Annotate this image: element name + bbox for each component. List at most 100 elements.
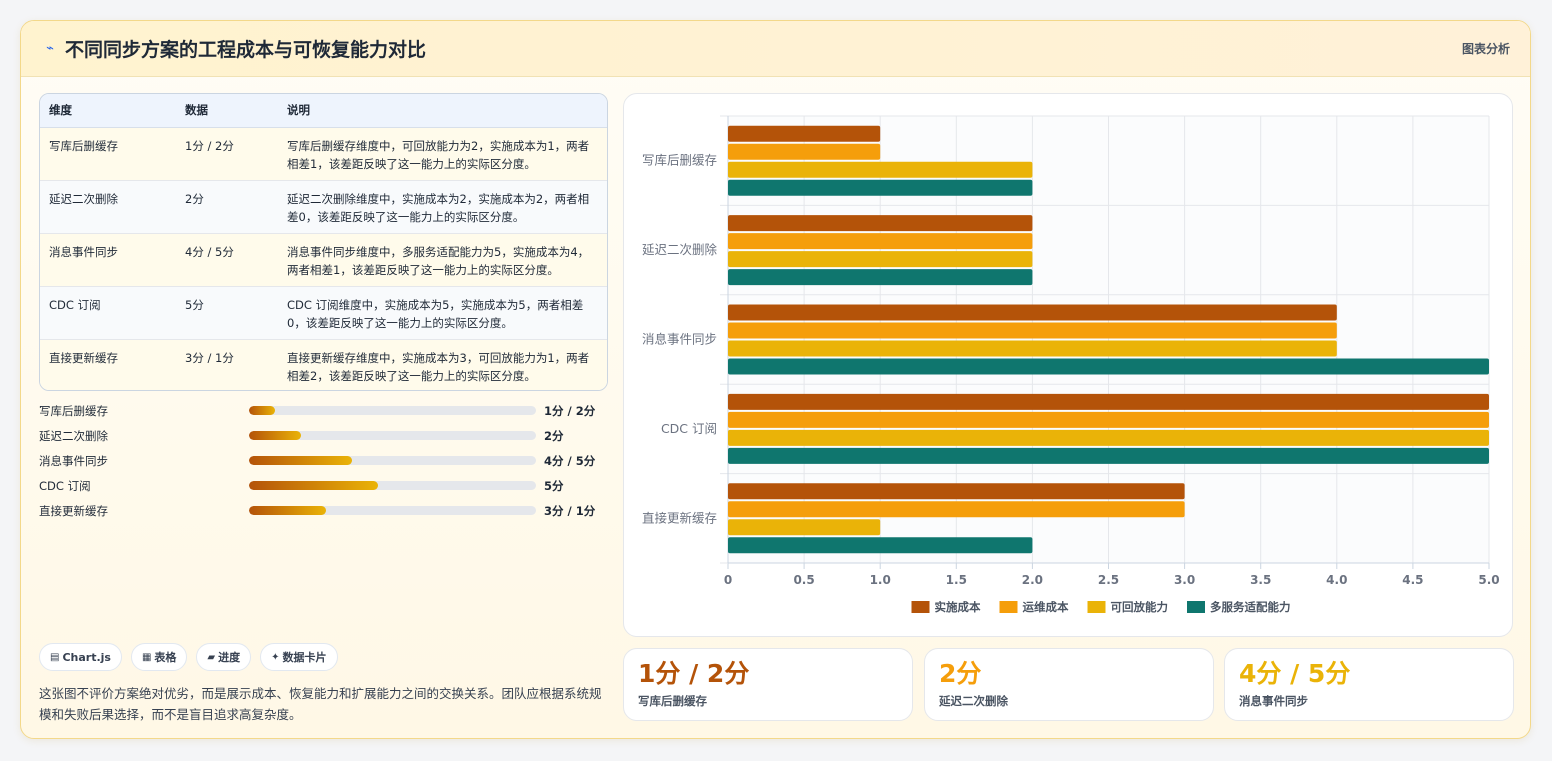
cell-description: CDC 订阅维度中，实施成本为5，实施成本为5，两者相差0，该差距反映了这一能力… [278,286,607,340]
bar-2-3 [728,322,1337,339]
x-tick-label: 4.5 [1402,573,1423,587]
x-tick-label: 0 [724,573,732,587]
table-icon: ▦ [141,651,152,663]
column-header-data: 数据 [176,94,278,128]
cell-dimension: 写库后删缓存 [40,127,176,181]
progress-label: 写库后删缓存 [39,404,108,418]
bar-1-4 [728,393,1489,410]
x-tick-label: 3.0 [1174,573,1195,587]
bar-3-4 [728,429,1489,446]
stat-value: 1分 / 2分 [638,659,750,688]
y-tick-label: 写库后删缓存 [642,153,717,168]
x-tick-label: 0.5 [793,573,814,587]
stat-label: 消息事件同步 [1239,694,1308,708]
progress-list: 写库后删缓存 1分 / 2分延迟二次删除 2分消息事件同步 4分 / 5分 CDC 订阅… [39,401,599,526]
stat-card-2: 2分 延迟二次删除 [924,648,1214,721]
card-icon: ✦ [271,651,280,663]
progress-row: 延迟二次删除 2分 [39,426,599,451]
chart-icon: ▤ [50,651,60,663]
bar-1-1 [728,125,881,142]
bar-2-5 [728,501,1185,518]
chip-label: 数据卡片 [282,651,327,664]
progress-track [249,456,536,465]
chip-label: 进度 [218,651,241,664]
x-tick-label: 2.5 [1098,573,1119,587]
bar-4-5 [728,537,1033,554]
progress-row: 写库后删缓存 1分 / 2分 [39,401,599,426]
bar-2-2 [728,233,1033,250]
progress-track [249,481,536,490]
x-tick-label: 1.0 [870,573,891,587]
table-header-row: 维度 数据 说明 [40,94,607,128]
bar-3-1 [728,161,1033,178]
cell-data: 1分 / 2分 [176,127,278,181]
bar-1-2 [728,215,1033,232]
bar-4-3 [728,358,1489,375]
x-tick-label: 5.0 [1478,573,1499,587]
legend-swatch-4 [1187,601,1205,613]
bar-4-4 [728,447,1489,464]
bar-2-1 [728,143,881,160]
legend-swatch-1 [911,601,930,613]
legend-label-1: 实施成本 [935,600,981,614]
progress-icon: ▰ [207,651,216,663]
bar-1-5 [728,483,1185,500]
legend-swatch-2 [999,601,1018,613]
chip-4[interactable]: ✦ 数据卡片 [260,643,338,671]
progress-fill [249,481,379,490]
bar-3-2 [728,251,1033,268]
bar-4-2 [728,269,1033,286]
cell-dimension: 延迟二次删除 [40,180,176,234]
chip-3[interactable]: ▰ 进度 [196,643,252,671]
bar-4-1 [728,179,1033,196]
y-tick-label: 消息事件同步 [642,332,717,347]
stat-value: 2分 [939,659,982,688]
stat-label: 写库后删缓存 [638,694,707,708]
stat-card-3: 4分 / 5分 消息事件同步 [1224,648,1514,721]
legend-label-2: 运维成本 [1023,600,1069,614]
cell-data: 4分 / 5分 [176,233,278,287]
stat-card-1: 1分 / 2分 写库后删缓存 [623,648,913,721]
title-wrap: ⌁ 不同同步方案的工程成本与可恢复能力对比 [43,35,426,62]
cell-description: 消息事件同步维度中，多服务适配能力为5，实施成本为4，两者相差1，该差距反映了这… [278,233,607,287]
progress-row: 直接更新缓存 3分 / 1分 [39,501,599,526]
y-tick-label: CDC 订阅 [661,421,717,436]
progress-track [249,431,536,440]
legend-label-4: 多服务适配能力 [1210,600,1291,614]
stat-value: 4分 / 5分 [1239,659,1351,688]
progress-label: CDC 订阅 [39,479,91,493]
stat-label: 延迟二次删除 [939,694,1008,708]
cell-data: 5分 [176,286,278,340]
page-title: 不同同步方案的工程成本与可恢复能力对比 [65,39,427,61]
y-tick-label: 直接更新缓存 [642,510,717,525]
chip-list: ▤ Chart.js ▦ 表格 ▰ 进度 ✦ 数据卡片 [39,643,338,671]
progress-track [249,506,536,515]
progress-value: 4分 / 5分 [544,454,596,468]
chip-2[interactable]: ▦ 表格 [130,643,188,671]
y-tick-label: 延迟二次删除 [642,242,718,257]
table-row: 写库后删缓存 1分 / 2分 写库后删缓存维度中，可回放能力为2，实施成本为1，两者… [40,127,607,181]
progress-value: 1分 / 2分 [544,404,596,418]
progress-label: 消息事件同步 [39,454,108,468]
cell-data: 3分 / 1分 [185,350,234,365]
chip-1[interactable]: ▤ Chart.js [39,643,122,671]
x-tick-label: 3.5 [1250,573,1271,587]
progress-row: 消息事件同步 4分 / 5分 [39,451,599,476]
table-row: CDC 订阅 5分 CDC 订阅维度中，实施成本为5，实施成本为5，两者相差0，该差… [40,286,607,340]
progress-value: 5分 [544,479,564,493]
table-row: 消息事件同步 4分 / 5分 消息事件同步维度中，多服务适配能力为5，实施成本为4，… [40,233,607,287]
cell-dimension: 消息事件同步 [40,233,176,287]
column-header-dimension: 维度 [40,94,176,128]
chart-analysis-tag: 图表分析 [1461,42,1510,56]
bar-3-3 [728,340,1337,357]
bar-chart: 0 0.5 1.0 1.5 2.0 2.5 3.0 3.5 4.0 4.5 5.0 写库后删缓存 延迟二… [623,93,1513,637]
legend-swatch-3 [1087,601,1106,613]
chip-label: Chart.js [62,650,111,664]
legend-label-3: 可回放能力 [1111,600,1169,614]
data-table: 维度 数据 说明 写库后删缓存 1分 / 2分 写库后删缓存维度中，可回放能力为2，… [39,93,608,391]
chip-label: 表格 [154,651,177,664]
cell-description: 写库后删缓存维度中，可回放能力为2，实施成本为1，两者相差1，该差距反映了这一能… [278,127,607,181]
x-tick-label: 1.5 [946,573,967,587]
progress-value: 2分 [544,429,564,443]
x-tick-label: 2.0 [1022,573,1043,587]
